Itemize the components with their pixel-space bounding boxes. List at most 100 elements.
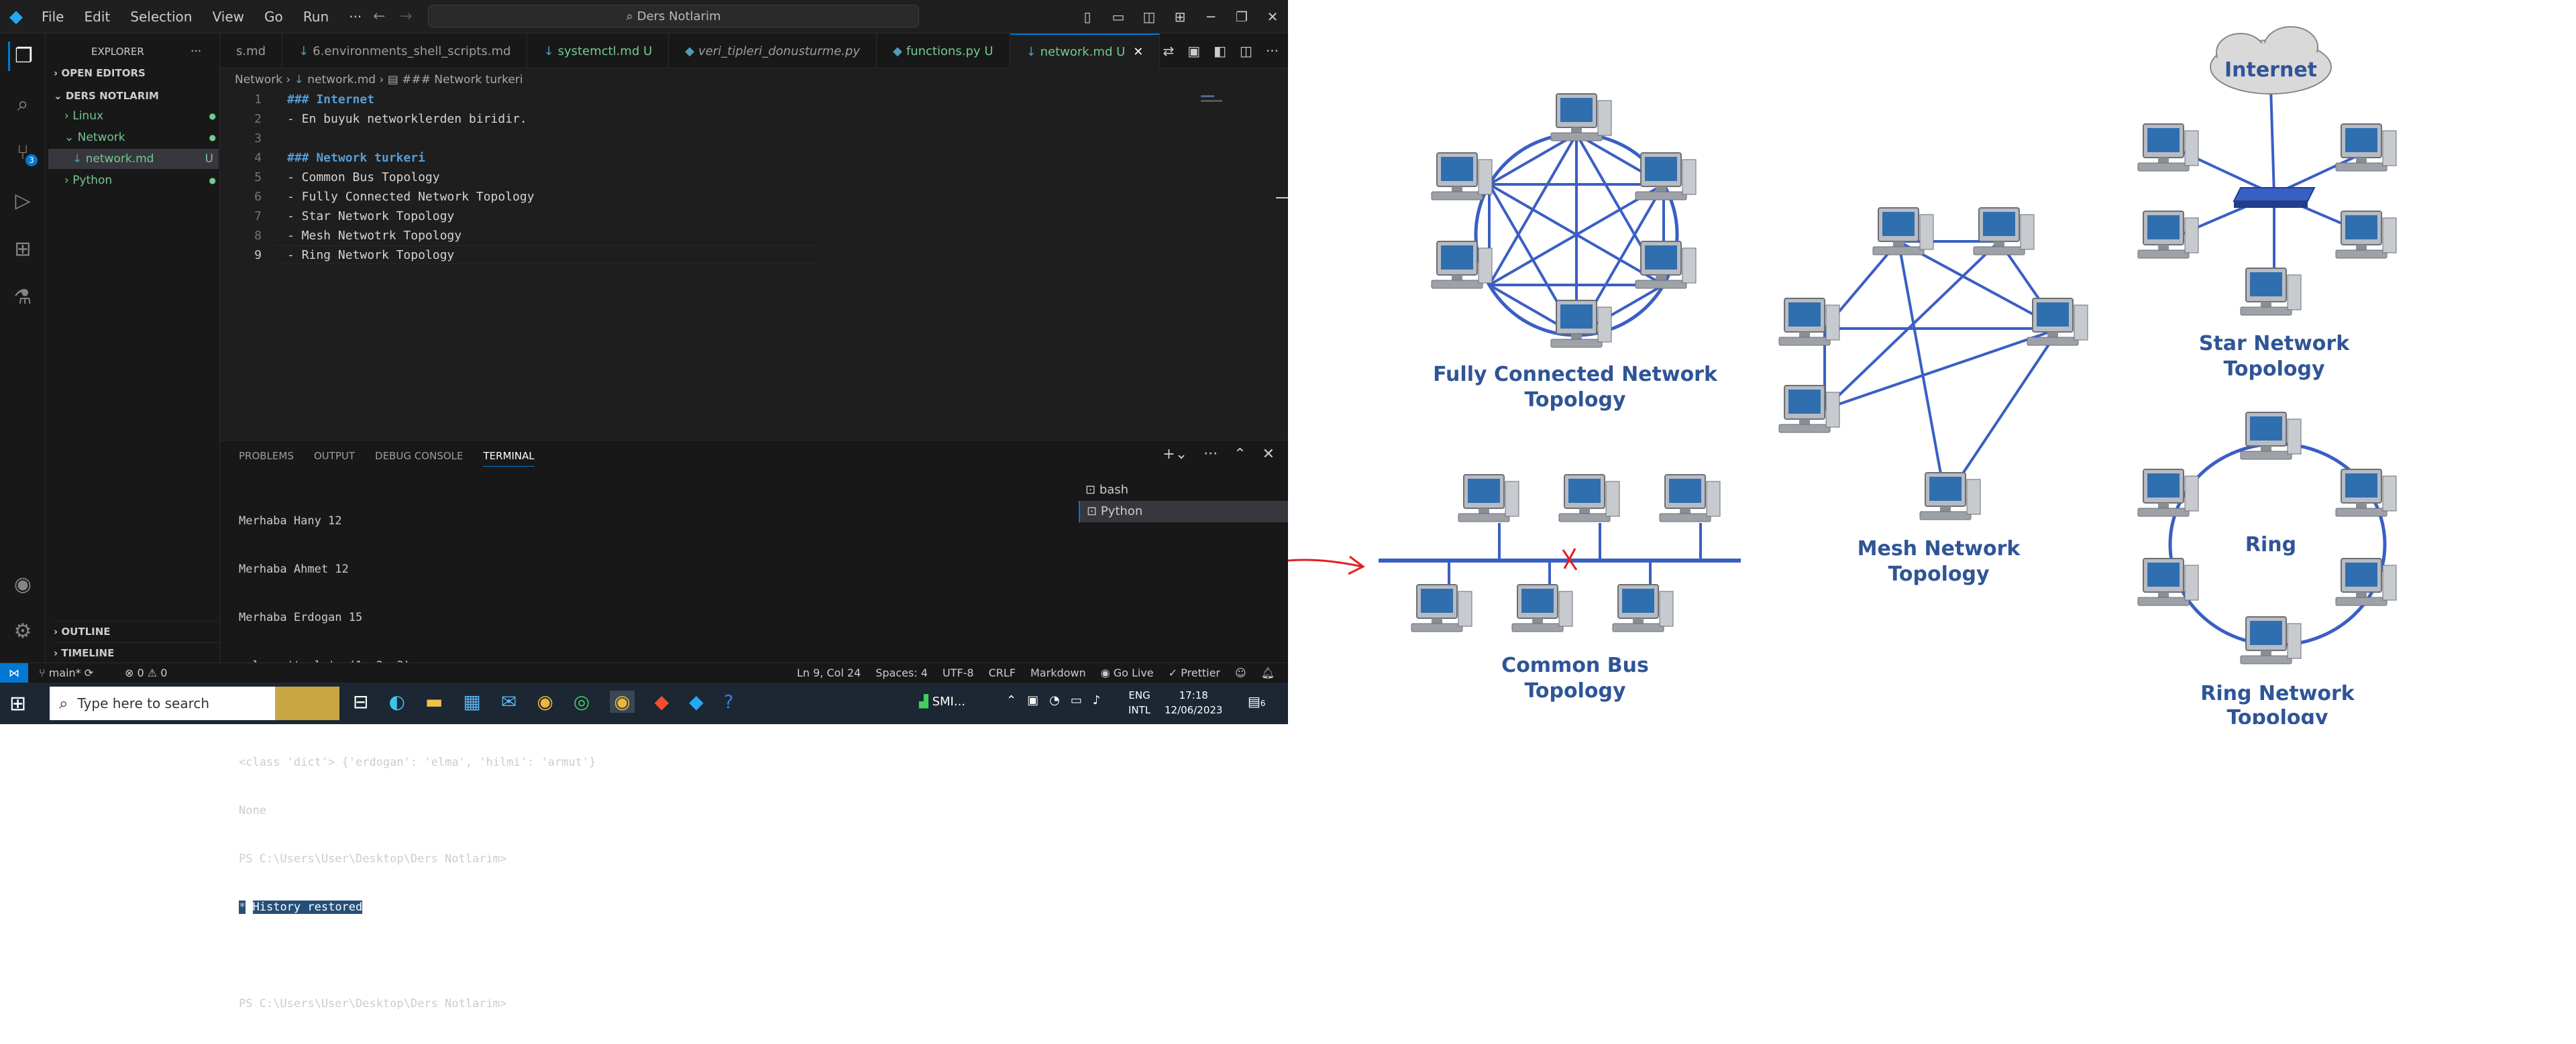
- extensions-icon[interactable]: ⊞: [8, 235, 38, 264]
- chrome-icon[interactable]: ◉: [537, 691, 553, 713]
- toggle-panel-icon[interactable]: ▭: [1103, 9, 1134, 25]
- close-tab-icon[interactable]: ✕: [1133, 45, 1143, 59]
- sidebar-item-linux[interactable]: › Linux ●: [64, 106, 216, 126]
- whatsapp-icon[interactable]: ◎: [574, 691, 590, 713]
- more-actions-icon[interactable]: ···: [1266, 43, 1279, 59]
- menu-run[interactable]: Run: [303, 9, 329, 25]
- new-terminal-icon[interactable]: +⌄: [1163, 446, 1187, 463]
- tab-environments[interactable]: ↓ 6.environments_shell_scripts.md: [282, 34, 528, 68]
- windows-start-icon[interactable]: ⊞: [9, 692, 26, 715]
- indentation[interactable]: Spaces: 4: [875, 666, 928, 679]
- cursor-position[interactable]: Ln 9, Col 24: [797, 666, 861, 679]
- edge-icon[interactable]: ◐: [388, 691, 405, 713]
- clock[interactable]: 17:18 12/06/2023: [1165, 688, 1222, 717]
- timeline-section[interactable]: › TIMELINE: [54, 642, 219, 662]
- explorer-icon[interactable]: ❐: [8, 42, 38, 71]
- tab-output[interactable]: OUTPUT: [314, 450, 355, 467]
- menu-file[interactable]: File: [42, 9, 64, 25]
- git-icon[interactable]: ◆: [655, 691, 669, 713]
- sidebar-item-network-md[interactable]: ↓ network.md U: [48, 149, 219, 169]
- menu-more[interactable]: ···: [349, 9, 362, 25]
- file-explorer-icon[interactable]: ▬: [425, 691, 443, 713]
- taskbar-search[interactable]: ⌕ Type here to search: [50, 687, 339, 720]
- prettier[interactable]: ✓ Prettier: [1169, 666, 1220, 679]
- testing-icon[interactable]: ⚗: [8, 283, 38, 312]
- computer-icon: [1458, 474, 1519, 522]
- sidebar-item-network[interactable]: ⌄ Network ●: [64, 127, 216, 148]
- explorer-more-icon[interactable]: ···: [191, 42, 201, 62]
- battery-icon[interactable]: ▭: [1071, 693, 1082, 707]
- close-button[interactable]: ✕: [1257, 9, 1288, 25]
- menu-view[interactable]: View: [213, 9, 244, 25]
- network-icon[interactable]: ◔: [1049, 693, 1060, 707]
- problems-indicator[interactable]: ⊗ 0 ⚠ 0: [125, 666, 167, 679]
- command-center[interactable]: ⌕ Ders Notlarim: [428, 5, 919, 27]
- task-view-icon[interactable]: ⊟: [353, 691, 368, 713]
- volume-icon[interactable]: ♪: [1093, 693, 1101, 707]
- panel-more-icon[interactable]: ···: [1203, 446, 1218, 463]
- menu-edit[interactable]: Edit: [85, 9, 111, 25]
- vscode-taskbar-icon[interactable]: ◆: [689, 691, 704, 713]
- tray-icon[interactable]: ▣: [1027, 693, 1038, 707]
- tab-debug-console[interactable]: DEBUG CONSOLE: [375, 450, 463, 467]
- language-indicator[interactable]: ENG INTL: [1128, 688, 1150, 717]
- branch-indicator[interactable]: ⑂ main* ⟳: [39, 666, 93, 679]
- toggle-secondary-sidebar-icon[interactable]: ◫: [1134, 9, 1165, 25]
- feedback-icon[interactable]: ☺: [1235, 666, 1246, 679]
- notifications-icon[interactable]: ▤6: [1248, 693, 1266, 709]
- source-control-icon[interactable]: ⑂ 3: [8, 138, 38, 168]
- tab-problems[interactable]: PROBLEMS: [239, 450, 294, 467]
- close-panel-icon[interactable]: ✕: [1263, 446, 1275, 463]
- terminal-item-bash[interactable]: ⊡ bash: [1079, 479, 1288, 501]
- bell-icon[interactable]: 🔔︎: [1261, 666, 1275, 679]
- split-editor-icon[interactable]: ◫: [1240, 43, 1252, 59]
- vertical-scrollbar[interactable]: [1276, 197, 1288, 198]
- breadcrumb-file[interactable]: network.md: [307, 73, 376, 86]
- go-live[interactable]: ◉ Go Live: [1101, 666, 1154, 679]
- tab-veri-tipleri[interactable]: ◆ veri_tipleri_donusturme.py: [669, 34, 877, 68]
- breadcrumb-symbol[interactable]: ### Network turkeri: [402, 73, 523, 86]
- mail-icon[interactable]: ✉: [501, 691, 517, 713]
- preview-side-icon[interactable]: ◧: [1214, 43, 1226, 59]
- menu-selection[interactable]: Selection: [130, 9, 192, 25]
- minimize-button[interactable]: ─: [1195, 9, 1226, 25]
- language-mode[interactable]: Markdown: [1030, 666, 1086, 679]
- line-ending[interactable]: CRLF: [989, 666, 1016, 679]
- remote-icon[interactable]: ⋈: [0, 663, 28, 683]
- tab-network-md[interactable]: ↓ network.md U ✕: [1010, 34, 1161, 68]
- tab-systemctl[interactable]: ↓ systemctl.md U: [527, 34, 669, 68]
- code-editor[interactable]: 1 ### Internet 2 - En buyuk networklerde…: [220, 90, 1288, 439]
- maximize-panel-icon[interactable]: ⌃: [1234, 446, 1246, 463]
- encoding[interactable]: UTF-8: [943, 666, 974, 679]
- terminal-item-python[interactable]: ⊡ Python: [1079, 501, 1288, 522]
- settings-gear-icon[interactable]: ⚙: [8, 617, 38, 646]
- help-icon[interactable]: ?: [724, 691, 734, 713]
- open-changes-icon[interactable]: ⇄: [1163, 43, 1174, 59]
- tab-s-md[interactable]: s.md: [220, 34, 283, 68]
- search-view-icon[interactable]: ⌕: [8, 90, 38, 119]
- toggle-sidebar-icon[interactable]: ▯: [1072, 9, 1103, 25]
- outline-section[interactable]: › OUTLINE: [54, 621, 219, 641]
- sidebar-item-python[interactable]: › Python ●: [64, 170, 216, 190]
- folder-section[interactable]: ⌄ DERS NOTLARIM: [54, 86, 159, 106]
- restore-button[interactable]: ❐: [1226, 9, 1257, 25]
- menu-go[interactable]: Go: [264, 9, 283, 25]
- open-preview-icon[interactable]: ▣: [1187, 43, 1200, 59]
- back-arrow-icon[interactable]: ←: [373, 8, 385, 25]
- customize-layout-icon[interactable]: ⊞: [1165, 9, 1195, 25]
- smi-app[interactable]: ▟ SMI...: [919, 695, 965, 709]
- open-editors-section[interactable]: › OPEN EDITORS: [54, 63, 146, 83]
- chrome-active-icon[interactable]: ◉: [610, 691, 635, 713]
- python-file-icon: ◆: [685, 44, 695, 58]
- store-icon[interactable]: ▦: [463, 691, 480, 713]
- minimap[interactable]: [1201, 95, 1228, 122]
- terminal-output[interactable]: Merhaba Hany 12 Merhaba Ahmet 12 Merhaba…: [239, 481, 596, 1044]
- tab-functions[interactable]: ◆ functions.py U: [877, 34, 1010, 68]
- breadcrumb-folder[interactable]: Network: [235, 73, 282, 86]
- chevron-up-icon[interactable]: ⌃: [1006, 693, 1016, 707]
- star-topology: Internet Star Network Topology: [2137, 26, 2397, 381]
- account-icon[interactable]: ◉: [8, 570, 38, 599]
- tab-terminal[interactable]: TERMINAL: [483, 450, 535, 467]
- run-debug-icon[interactable]: ▷: [8, 186, 38, 216]
- forward-arrow-icon[interactable]: →: [400, 8, 412, 25]
